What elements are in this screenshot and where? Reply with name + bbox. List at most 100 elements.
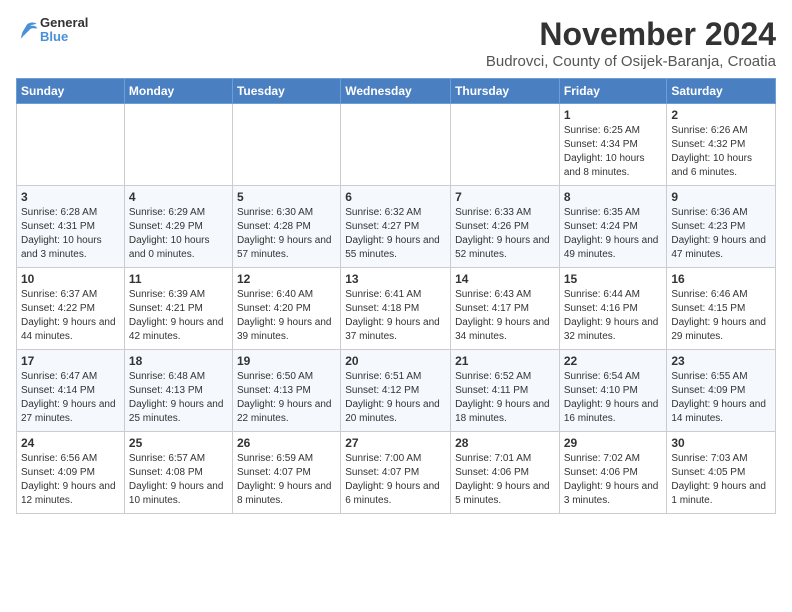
week-row-2: 3Sunrise: 6:28 AM Sunset: 4:31 PM Daylig… <box>17 186 776 268</box>
calendar-cell <box>341 104 451 186</box>
calendar-cell: 23 Sunrise: 6:55 AM Sunset: 4:09 PM Dayli… <box>667 350 776 432</box>
calendar-cell <box>232 104 340 186</box>
day-info: Sunrise: 6:52 AM Sunset: 4:11 PM Dayligh… <box>455 370 555 426</box>
calendar-cell <box>124 104 232 186</box>
day-info: Sunrise: 6:30 AM Sunset: 4:28 PM Dayligh… <box>237 206 336 262</box>
logo-blue: Blue <box>40 30 88 44</box>
calendar-cell: 1 Sunrise: 6:25 AM Sunset: 4:34 PM Daylig… <box>559 104 667 186</box>
calendar-cell: 19 Sunrise: 6:50 AM Sunset: 4:13 PM Dayli… <box>232 350 340 432</box>
calendar-cell: 10 Sunrise: 6:37 AM Sunset: 4:22 PM Dayli… <box>17 268 125 350</box>
day-info: Sunrise: 6:55 AM Sunset: 4:09 PM Dayligh… <box>671 370 771 426</box>
calendar-cell: 24Sunrise: 6:56 AM Sunset: 4:09 PM Dayli… <box>17 432 125 514</box>
day-info: Sunrise: 6:50 AM Sunset: 4:13 PM Dayligh… <box>237 370 336 426</box>
day-number: 1 <box>564 108 663 122</box>
day-number: 12 <box>237 272 336 286</box>
day-info: Sunrise: 6:51 AM Sunset: 4:12 PM Dayligh… <box>345 370 446 426</box>
day-number: 15 <box>564 272 663 286</box>
day-info: Sunrise: 6:36 AM Sunset: 4:23 PM Dayligh… <box>671 206 771 262</box>
calendar-cell: 26Sunrise: 6:59 AM Sunset: 4:07 PM Dayli… <box>232 432 340 514</box>
day-info: Sunrise: 6:48 AM Sunset: 4:13 PM Dayligh… <box>129 370 228 426</box>
weekday-header-saturday: Saturday <box>667 79 776 104</box>
calendar-cell: 18Sunrise: 6:48 AM Sunset: 4:13 PM Dayli… <box>124 350 232 432</box>
weekday-header-thursday: Thursday <box>451 79 560 104</box>
day-info: Sunrise: 6:47 AM Sunset: 4:14 PM Dayligh… <box>21 370 120 426</box>
logo-general: General <box>40 16 88 30</box>
calendar-cell: 27 Sunrise: 7:00 AM Sunset: 4:07 PM Dayli… <box>341 432 451 514</box>
weekday-header-monday: Monday <box>124 79 232 104</box>
day-number: 20 <box>345 354 446 368</box>
day-number: 5 <box>237 190 336 204</box>
calendar-cell: 17 Sunrise: 6:47 AM Sunset: 4:14 PM Dayli… <box>17 350 125 432</box>
calendar-cell: 13 Sunrise: 6:41 AM Sunset: 4:18 PM Dayli… <box>341 268 451 350</box>
day-number: 25 <box>129 436 228 450</box>
title-block: November 2024 Budrovci, County of Osijek… <box>486 16 776 70</box>
logo-bird-icon <box>16 21 38 39</box>
day-number: 28 <box>455 436 555 450</box>
day-number: 8 <box>564 190 663 204</box>
day-number: 23 <box>671 354 771 368</box>
day-number: 30 <box>671 436 771 450</box>
calendar-cell: 28 Sunrise: 7:01 AM Sunset: 4:06 PM Dayli… <box>451 432 560 514</box>
day-info: Sunrise: 6:33 AM Sunset: 4:26 PM Dayligh… <box>455 206 555 262</box>
calendar-cell: 11Sunrise: 6:39 AM Sunset: 4:21 PM Dayli… <box>124 268 232 350</box>
calendar-cell: 22 Sunrise: 6:54 AM Sunset: 4:10 PM Dayli… <box>559 350 667 432</box>
day-number: 16 <box>671 272 771 286</box>
day-info: Sunrise: 6:57 AM Sunset: 4:08 PM Dayligh… <box>129 452 228 508</box>
day-info: Sunrise: 6:43 AM Sunset: 4:17 PM Dayligh… <box>455 288 555 344</box>
calendar-cell: 30 Sunrise: 7:03 AM Sunset: 4:05 PM Dayli… <box>667 432 776 514</box>
day-info: Sunrise: 6:56 AM Sunset: 4:09 PM Dayligh… <box>21 452 120 508</box>
day-number: 10 <box>21 272 120 286</box>
calendar-cell <box>17 104 125 186</box>
calendar-cell: 2Sunrise: 6:26 AM Sunset: 4:32 PM Daylig… <box>667 104 776 186</box>
day-number: 29 <box>564 436 663 450</box>
weekday-header-row: SundayMondayTuesdayWednesdayThursdayFrid… <box>17 79 776 104</box>
day-info: Sunrise: 6:37 AM Sunset: 4:22 PM Dayligh… <box>21 288 120 344</box>
week-row-4: 17 Sunrise: 6:47 AM Sunset: 4:14 PM Dayli… <box>17 350 776 432</box>
day-number: 19 <box>237 354 336 368</box>
calendar-cell: 6Sunrise: 6:32 AM Sunset: 4:27 PM Daylig… <box>341 186 451 268</box>
calendar-cell <box>451 104 560 186</box>
day-number: 4 <box>129 190 228 204</box>
calendar-cell: 16 Sunrise: 6:46 AM Sunset: 4:15 PM Dayli… <box>667 268 776 350</box>
day-number: 6 <box>345 190 446 204</box>
day-info: Sunrise: 7:03 AM Sunset: 4:05 PM Dayligh… <box>671 452 771 508</box>
calendar-cell: 9Sunrise: 6:36 AM Sunset: 4:23 PM Daylig… <box>667 186 776 268</box>
calendar-cell: 25 Sunrise: 6:57 AM Sunset: 4:08 PM Dayli… <box>124 432 232 514</box>
day-info: Sunrise: 6:26 AM Sunset: 4:32 PM Dayligh… <box>671 124 771 180</box>
day-number: 17 <box>21 354 120 368</box>
day-number: 22 <box>564 354 663 368</box>
day-number: 27 <box>345 436 446 450</box>
calendar-cell: 21 Sunrise: 6:52 AM Sunset: 4:11 PM Dayli… <box>451 350 560 432</box>
day-number: 11 <box>129 272 228 286</box>
page-header: General Blue November 2024 Budrovci, Cou… <box>16 16 776 70</box>
day-number: 7 <box>455 190 555 204</box>
day-info: Sunrise: 6:44 AM Sunset: 4:16 PM Dayligh… <box>564 288 663 344</box>
weekday-header-tuesday: Tuesday <box>232 79 340 104</box>
calendar-cell: 5 Sunrise: 6:30 AM Sunset: 4:28 PM Daylig… <box>232 186 340 268</box>
weekday-header-sunday: Sunday <box>17 79 125 104</box>
day-number: 13 <box>345 272 446 286</box>
calendar-cell: 8Sunrise: 6:35 AM Sunset: 4:24 PM Daylig… <box>559 186 667 268</box>
day-info: Sunrise: 6:46 AM Sunset: 4:15 PM Dayligh… <box>671 288 771 344</box>
day-info: Sunrise: 6:54 AM Sunset: 4:10 PM Dayligh… <box>564 370 663 426</box>
week-row-3: 10 Sunrise: 6:37 AM Sunset: 4:22 PM Dayli… <box>17 268 776 350</box>
month-title: November 2024 <box>486 16 776 53</box>
calendar-cell: 7 Sunrise: 6:33 AM Sunset: 4:26 PM Daylig… <box>451 186 560 268</box>
week-row-5: 24Sunrise: 6:56 AM Sunset: 4:09 PM Dayli… <box>17 432 776 514</box>
calendar-cell: 14Sunrise: 6:43 AM Sunset: 4:17 PM Dayli… <box>451 268 560 350</box>
day-info: Sunrise: 6:25 AM Sunset: 4:34 PM Dayligh… <box>564 124 663 180</box>
day-info: Sunrise: 6:41 AM Sunset: 4:18 PM Dayligh… <box>345 288 446 344</box>
week-row-1: 1 Sunrise: 6:25 AM Sunset: 4:34 PM Daylig… <box>17 104 776 186</box>
calendar-table: SundayMondayTuesdayWednesdayThursdayFrid… <box>16 78 776 514</box>
logo: General Blue <box>16 16 88 45</box>
calendar-cell: 15 Sunrise: 6:44 AM Sunset: 4:16 PM Dayli… <box>559 268 667 350</box>
day-info: Sunrise: 7:01 AM Sunset: 4:06 PM Dayligh… <box>455 452 555 508</box>
day-info: Sunrise: 6:29 AM Sunset: 4:29 PM Dayligh… <box>129 206 228 262</box>
day-info: Sunrise: 7:02 AM Sunset: 4:06 PM Dayligh… <box>564 452 663 508</box>
day-info: Sunrise: 7:00 AM Sunset: 4:07 PM Dayligh… <box>345 452 446 508</box>
day-info: Sunrise: 6:59 AM Sunset: 4:07 PM Dayligh… <box>237 452 336 508</box>
day-number: 3 <box>21 190 120 204</box>
calendar-cell: 12Sunrise: 6:40 AM Sunset: 4:20 PM Dayli… <box>232 268 340 350</box>
day-number: 21 <box>455 354 555 368</box>
calendar-cell: 3Sunrise: 6:28 AM Sunset: 4:31 PM Daylig… <box>17 186 125 268</box>
